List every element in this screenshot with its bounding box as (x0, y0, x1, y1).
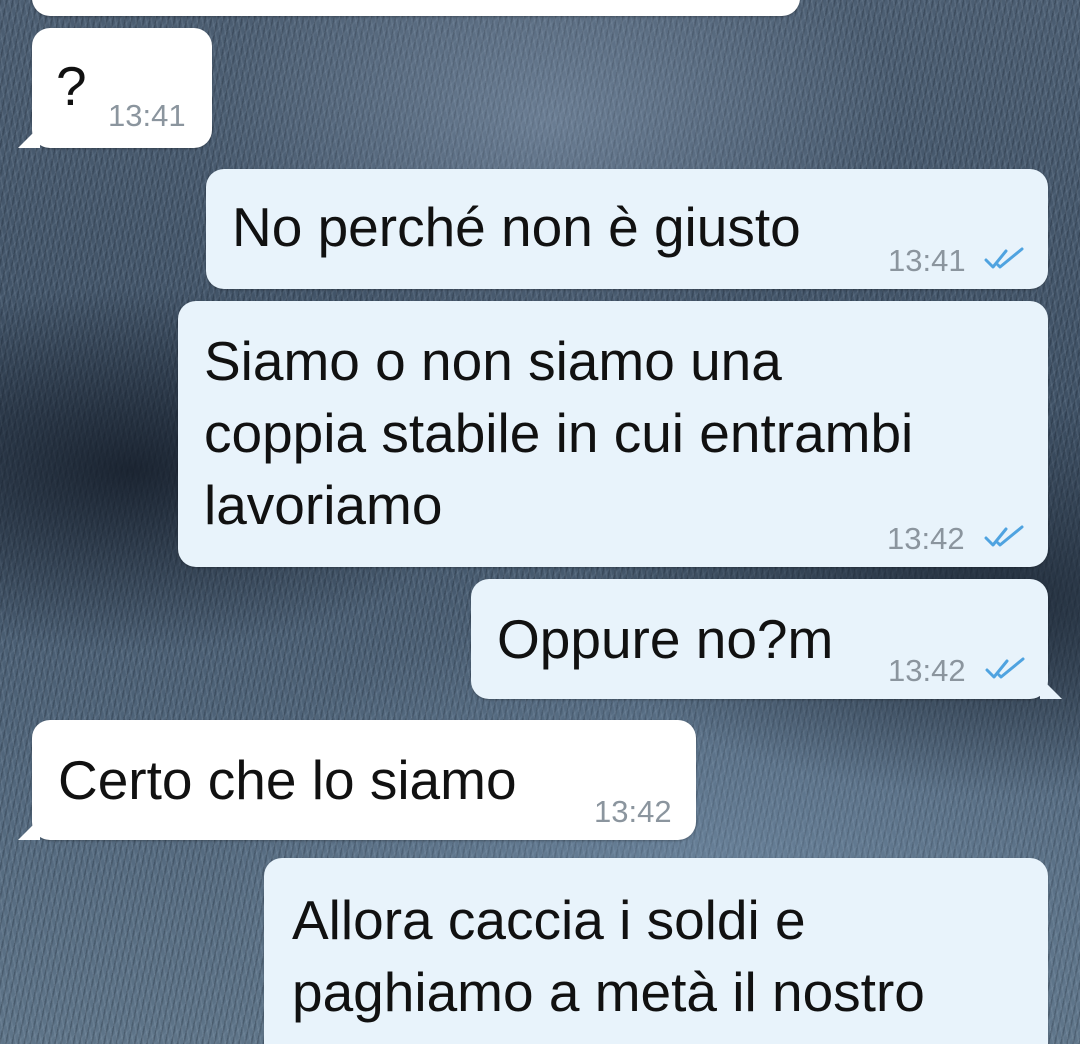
message-timestamp: 13:42 (594, 794, 672, 829)
message-bubble-partial[interactable] (32, 0, 800, 16)
message-bubble-outgoing[interactable]: Allora caccia i soldi e paghiamo a metà … (264, 858, 1048, 1044)
message-bubble-outgoing[interactable]: No perché non è giusto 13:41 (206, 169, 1048, 289)
double-check-icon (984, 525, 1024, 547)
message-bubble-incoming[interactable]: Certo che lo siamo 13:42 (18, 720, 696, 840)
message-text: Allora caccia i soldi e paghiamo a metà … (292, 889, 925, 1023)
message-timestamp: 13:41 (888, 243, 966, 278)
message-bubble-outgoing[interactable]: Siamo o non siamo una coppia stabile in … (178, 301, 1048, 567)
message-text: Oppure no?m (497, 608, 834, 670)
double-check-icon (985, 657, 1025, 679)
message-timestamp: 13:42 (888, 653, 966, 688)
message-text: Certo che lo siamo (58, 749, 517, 811)
message-bubble-incoming[interactable]: ? 13:41 (18, 28, 212, 148)
message-bubble-outgoing[interactable]: Oppure no?m 13:42 (471, 579, 1062, 699)
double-check-icon (984, 247, 1024, 269)
message-timestamp: 13:42 (887, 521, 965, 556)
message-text: Siamo o non siamo una coppia stabile in … (204, 330, 914, 536)
message-text: No perché non è giusto (232, 196, 801, 258)
message-text: ? (56, 55, 87, 117)
message-timestamp: 13:41 (108, 98, 186, 133)
